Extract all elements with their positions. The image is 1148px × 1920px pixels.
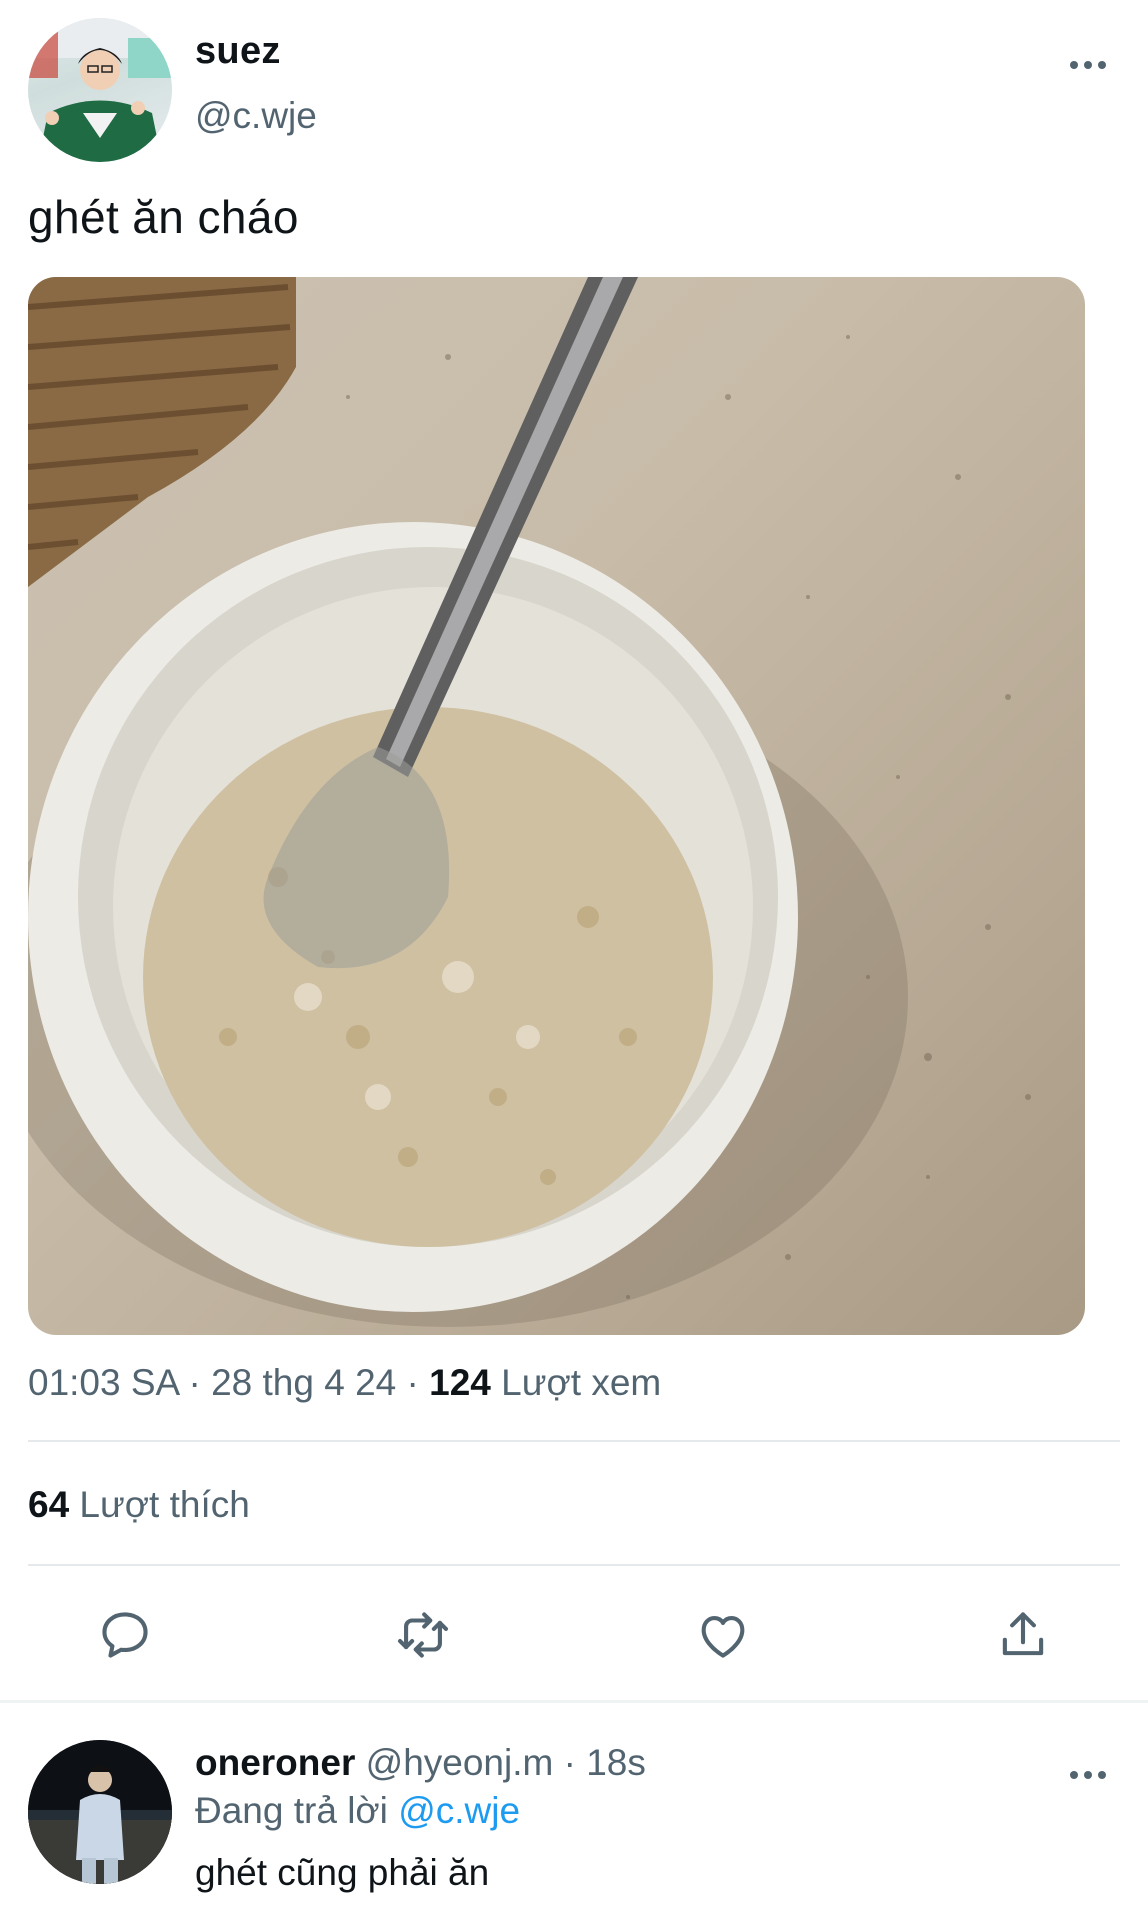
tweet-detail-page: suez @c.wje ghét ăn cháo 01:03 SA · 28 t… — [0, 0, 1148, 1920]
tweet-date[interactable]: 28 thg 4 24 — [211, 1362, 396, 1403]
reply-bubble-icon — [102, 1612, 148, 1658]
reply-separator: · — [553, 1742, 587, 1783]
reply-author-avatar[interactable] — [28, 1740, 172, 1884]
retweet-icon — [397, 1612, 449, 1658]
replying-to: Đang trả lời @c.wje — [195, 1790, 520, 1832]
retweet-button[interactable] — [394, 1606, 452, 1664]
author-handle[interactable]: @c.wje — [195, 95, 317, 137]
tweet-time[interactable]: 01:03 SA — [28, 1362, 178, 1403]
author-avatar[interactable] — [28, 18, 172, 162]
more-horizontal-icon[interactable] — [1070, 1760, 1110, 1790]
tweet-meta: 01:03 SA · 28 thg 4 24 · 124 Lượt xem — [28, 1362, 661, 1404]
likes-label: Lượt thích — [69, 1484, 250, 1525]
like-button[interactable] — [694, 1606, 752, 1664]
meta-separator: · — [178, 1362, 212, 1403]
divider — [28, 1440, 1120, 1442]
likes-count: 64 — [28, 1484, 70, 1525]
reply-button[interactable] — [96, 1606, 154, 1664]
more-horizontal-icon[interactable] — [1070, 50, 1110, 80]
meta-separator: · — [396, 1362, 430, 1403]
reply-display-name[interactable]: oneroner — [195, 1742, 355, 1783]
heart-icon — [701, 1616, 745, 1658]
author-display-name[interactable]: suez — [195, 30, 281, 73]
replying-prefix: Đang trả lời — [195, 1790, 399, 1831]
tweet-text: ghét ăn cháo — [28, 191, 299, 243]
replying-to-mention[interactable]: @c.wje — [398, 1790, 520, 1831]
reply-time[interactable]: 18s — [586, 1742, 646, 1783]
likes-stat[interactable]: 64 Lượt thích — [28, 1484, 250, 1526]
reply-handle[interactable]: @hyeonj.m — [366, 1742, 554, 1783]
views-count: 124 — [429, 1362, 491, 1403]
divider — [28, 1564, 1120, 1566]
reply-text: ghét cũng phải ăn — [195, 1852, 490, 1893]
views-label: Lượt xem — [490, 1362, 662, 1403]
reply-header: oneroner @hyeonj.m · 18s — [195, 1742, 646, 1784]
tweet-photo[interactable] — [28, 277, 1085, 1335]
section-divider — [0, 1700, 1148, 1703]
share-upload-icon — [1002, 1612, 1044, 1656]
share-button[interactable] — [994, 1606, 1052, 1664]
